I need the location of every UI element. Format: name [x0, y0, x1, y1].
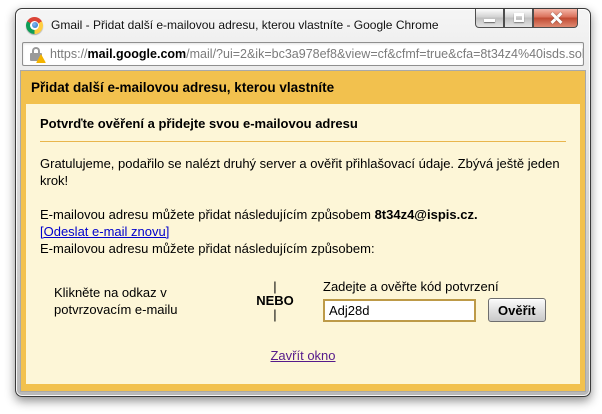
- browser-window: Gmail - Přidat další e-mailovou adresu, …: [15, 8, 591, 397]
- congrats-text: Gratulujeme, podařilo se nalézt druhý se…: [40, 155, 566, 189]
- close-button[interactable]: [533, 9, 578, 28]
- dialog-body: Potvrďte ověření a přidejte svou e-mailo…: [26, 104, 580, 384]
- method-sentence: E-mailovou adresu můžete přidat následuj…: [40, 206, 566, 223]
- maximize-button[interactable]: [504, 9, 533, 28]
- or-bar-bottom: |: [239, 308, 311, 322]
- ssl-lock-warning-icon[interactable]: [29, 46, 44, 62]
- window-title: Gmail - Přidat další e-mailovou adresu, …: [51, 18, 439, 32]
- gmail-dialog-page: Přidat další e-mailovou adresu, kterou v…: [20, 70, 586, 392]
- chrome-logo-icon: [26, 17, 43, 34]
- window-titlebar[interactable]: Gmail - Přidat další e-mailovou adresu, …: [16, 9, 590, 39]
- resend-line: [Odeslat e-mail znovu]: [40, 223, 566, 240]
- urlbar-strip: https://mail.google.com/mail/?ui=2&ik=bc…: [16, 39, 590, 70]
- confirmation-code-input[interactable]: [323, 299, 476, 322]
- or-label: NEBO: [239, 294, 311, 308]
- address-bar[interactable]: https://mail.google.com/mail/?ui=2&ik=bc…: [22, 42, 584, 66]
- method-sentence-prefix: E-mailovou adresu můžete přidat následuj…: [40, 207, 375, 222]
- url-path: /mail/?ui=2&ik=bc3a978ef8&view=cf&cfmf=t…: [186, 47, 584, 61]
- option-enter-code: Zadejte a ověřte kód potvrzení Ověřit: [323, 279, 546, 322]
- url-protocol: https://: [50, 47, 88, 61]
- code-label: Zadejte a ověřte kód potvrzení: [323, 279, 546, 294]
- verify-button[interactable]: Ověřit: [488, 298, 546, 322]
- option-click-link-text: Klikněte na odkaz v potvrzovacím e-mailu: [54, 284, 239, 318]
- window-controls: [475, 9, 578, 28]
- close-icon: [550, 12, 562, 24]
- or-separator: | NEBO |: [239, 280, 311, 322]
- method-sentence-2: E-mailovou adresu můžete přidat následuj…: [40, 240, 566, 257]
- minimize-icon: [484, 19, 495, 22]
- url-text[interactable]: https://mail.google.com/mail/?ui=2&ik=bc…: [50, 47, 584, 61]
- options-row: Klikněte na odkaz v potvrzovacím e-mailu…: [54, 279, 566, 322]
- maximize-icon: [514, 13, 524, 22]
- dialog-title: Přidat další e-mailovou adresu, kterou v…: [21, 71, 585, 104]
- url-host: mail.google.com: [88, 47, 187, 61]
- minimize-button[interactable]: [475, 9, 504, 28]
- resend-email-link[interactable]: [Odeslat e-mail znovu]: [40, 224, 169, 239]
- divider: [40, 141, 566, 142]
- or-bar-top: |: [239, 280, 311, 294]
- close-window-link[interactable]: Zavřít okno: [270, 348, 335, 363]
- email-address: 8t34z4@ispis.cz.: [375, 207, 478, 222]
- dialog-subtitle: Potvrďte ověření a přidejte svou e-mailo…: [40, 116, 566, 131]
